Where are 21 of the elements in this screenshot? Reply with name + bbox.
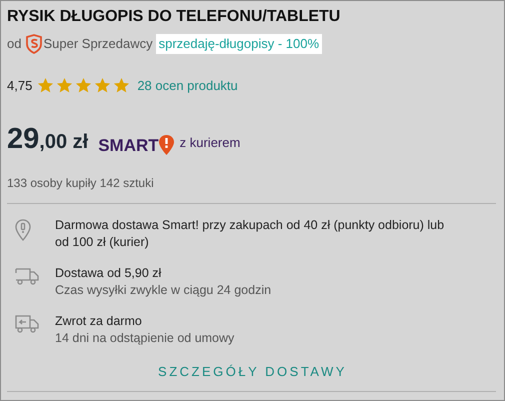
smart-note: z kurierem [180, 134, 240, 152]
delivery-subtitle: Czas wysyłki zwykle w ciągu 24 godzin [55, 282, 272, 298]
rating-value: 4,75 [7, 77, 32, 95]
delivery-subtitle: 14 dni na odstąpienie od umowy [55, 330, 234, 346]
seller-prefix: od [7, 35, 22, 54]
delivery-title: Darmowa dostawa Smart! przy zakupach od 40 zł (punkty odbioru) lub od 100 zł (kurier) [55, 216, 446, 250]
seller-link[interactable]: sprzedaję-długopisy - 100% [156, 34, 322, 54]
smart-logo: SMART [98, 136, 159, 154]
reviews-link[interactable]: 28 ocen produktu [137, 76, 238, 96]
smart-pin-icon [158, 134, 174, 154]
truck-icon [15, 266, 39, 284]
delivery-details-link[interactable]: SZCZEGÓŁY DOSTAWY [158, 362, 347, 381]
return-truck-icon [15, 314, 39, 332]
product-title: RYSIK DŁUGOPIS DO TELEFONU/TABLETU [7, 7, 342, 27]
super-seller-shield-icon [25, 34, 44, 54]
delivery-title: Zwrot za darmo [55, 312, 143, 330]
sold-count: 133 osoby kupiły 142 sztuki [7, 174, 155, 192]
delivery-title: Dostawa od 5,90 zł [55, 264, 162, 282]
super-seller-label: Super Sprzedawcy [43, 35, 153, 54]
price: 29,00 zł [7, 124, 88, 156]
location-pin-icon [15, 218, 31, 240]
